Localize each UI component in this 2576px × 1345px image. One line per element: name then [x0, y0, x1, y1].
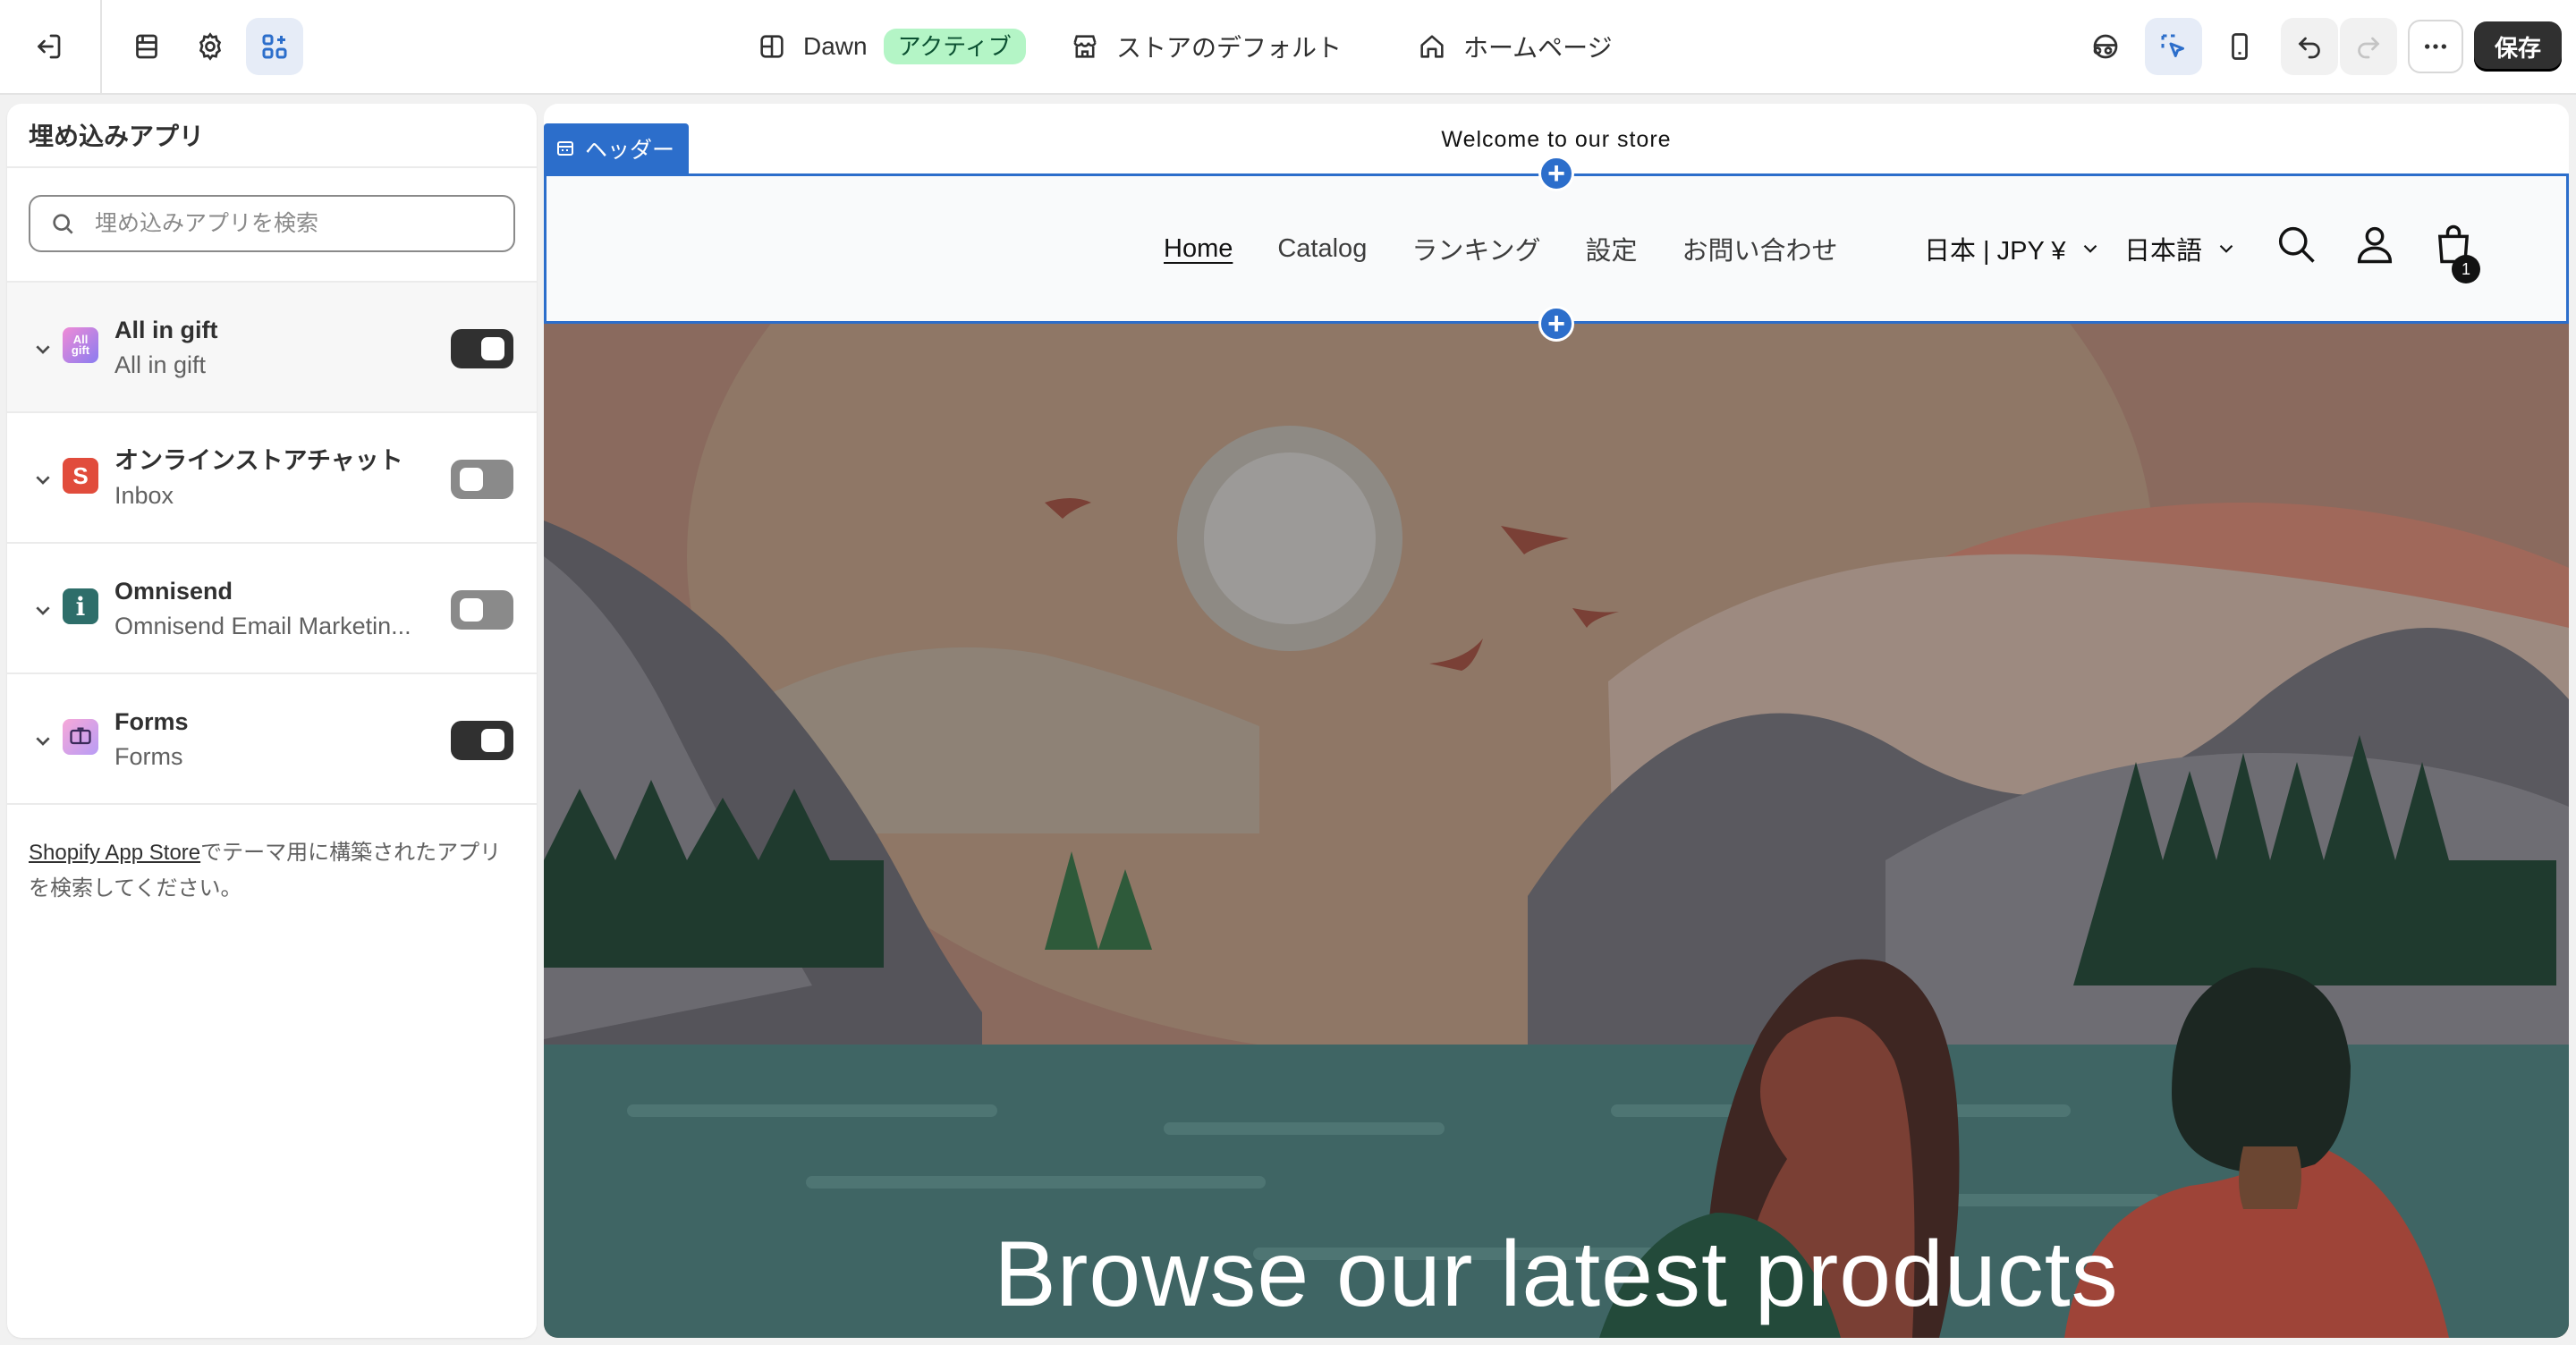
- theme-selector[interactable]: Dawn アクティブ: [757, 18, 1026, 75]
- add-section-above-button[interactable]: +: [1538, 156, 1574, 191]
- nav-item-ranking[interactable]: ランキング: [1411, 230, 1540, 267]
- redo-button[interactable]: [2340, 18, 2397, 75]
- chevron-down-icon[interactable]: [29, 596, 57, 624]
- app-name: オンラインストアチャット: [114, 447, 403, 474]
- toolbar-divider: [100, 0, 102, 95]
- redo-icon: [2358, 37, 2380, 59]
- panel-title: 埋め込みアプリ: [7, 104, 537, 168]
- sections-icon: [136, 34, 157, 59]
- store-default-selector[interactable]: ストアのデフォルト: [1070, 18, 1342, 75]
- main-nav: Home Catalog ランキング 設定 お問い合わせ: [1164, 176, 1883, 321]
- inspector-button[interactable]: [2077, 18, 2134, 75]
- chevron-down-icon[interactable]: [29, 465, 57, 494]
- storefront-preview[interactable]: Welcome to our store ヘッダー + Home Catalog…: [544, 104, 2569, 1338]
- exit-button[interactable]: [20, 18, 77, 75]
- cart-count-badge: 1: [2452, 255, 2480, 283]
- app-names: Omnisend Omnisend Email Marketin...: [114, 574, 411, 644]
- nav-item-contact[interactable]: お問い合わせ: [1682, 230, 1837, 267]
- theme-settings-button[interactable]: [182, 18, 239, 75]
- app-subtitle: Inbox: [114, 482, 174, 509]
- settings-icon: [199, 32, 222, 61]
- add-section-below-button[interactable]: +: [1538, 306, 1574, 342]
- apps-icon: [262, 34, 287, 59]
- theme-status-badge: アクティブ: [883, 29, 1026, 64]
- app-embed-row[interactable]: Forms Forms: [7, 674, 537, 805]
- nav-item-catalog[interactable]: Catalog: [1277, 234, 1367, 264]
- section-tag[interactable]: ヘッダー: [544, 123, 690, 173]
- forms-icon: [63, 719, 98, 755]
- app-embed-toggle[interactable]: [451, 460, 513, 499]
- app-names: Forms Forms: [114, 705, 189, 774]
- app-subtitle: Omnisend Email Marketin...: [114, 613, 411, 639]
- nav-item-home[interactable]: Home: [1164, 234, 1233, 264]
- app-name: All in gift: [114, 317, 218, 343]
- currency-selector[interactable]: 日本 | JPY ¥: [1924, 176, 2102, 321]
- undo-icon: [2298, 37, 2320, 59]
- app-name: Forms: [114, 708, 189, 735]
- inbox-icon: S: [63, 458, 98, 494]
- all-in-gift-icon: All gift: [63, 327, 98, 363]
- app-embed-toggle[interactable]: [451, 590, 513, 630]
- language-label: 日本語: [2124, 237, 2203, 266]
- undo-button[interactable]: [2281, 18, 2338, 75]
- search-box[interactable]: [29, 195, 515, 252]
- app-embed-row[interactable]: All gift All in gift All in gift: [7, 283, 537, 413]
- chevron-down-icon: [2219, 244, 2233, 253]
- mobile-preview-button[interactable]: [2211, 18, 2268, 75]
- hero-illustration: [544, 324, 2569, 1338]
- app-embed-toggle[interactable]: [451, 721, 513, 760]
- chevron-down-icon: [2083, 244, 2097, 253]
- account-icon[interactable]: [2351, 221, 2398, 267]
- app-name: Omnisend: [114, 578, 233, 605]
- select-element-button[interactable]: [2145, 18, 2202, 75]
- chevron-down-icon[interactable]: [29, 726, 57, 755]
- app-embeds-panel: 埋め込みアプリ Allgift All in gift All in gift …: [7, 104, 537, 1338]
- theme-layout-icon: [760, 35, 784, 58]
- inspector-icon: [2093, 34, 2118, 59]
- search-container: [7, 168, 537, 283]
- more-actions-button[interactable]: [2408, 20, 2463, 73]
- app-embed-row[interactable]: i Omnisend Omnisend Email Marketin...: [7, 544, 537, 674]
- search-icon: [53, 214, 73, 234]
- store-header-section[interactable]: Home Catalog ランキング 設定 お問い合わせ 日本 | JPY ¥ …: [544, 173, 2569, 324]
- hero-banner[interactable]: Browse our latest products: [544, 324, 2569, 1338]
- more-icon: [2425, 44, 2446, 49]
- page-selector[interactable]: ホームページ: [1417, 18, 1613, 75]
- app-store-link[interactable]: Shopify App Store: [29, 841, 200, 865]
- search-input[interactable]: [95, 210, 506, 237]
- app-subtitle: All in gift: [114, 351, 207, 378]
- store-icon: [1073, 35, 1097, 58]
- home-icon: [1420, 35, 1444, 58]
- chevron-down-icon[interactable]: [29, 334, 57, 363]
- header-section-icon: [557, 141, 573, 156]
- section-tag-label: ヘッダー: [585, 138, 675, 163]
- theme-name: Dawn: [803, 32, 868, 60]
- app-store-hint: Shopify App Storeでテーマ用に構築されたアプリを検索してください…: [7, 805, 537, 937]
- app-embed-row[interactable]: S オンラインストアチャット Inbox: [7, 413, 537, 544]
- currency-label: 日本 | JPY ¥: [1924, 237, 2066, 266]
- sections-button[interactable]: [118, 18, 175, 75]
- mobile-icon: [2232, 33, 2248, 60]
- exit-icon: [38, 34, 61, 59]
- save-button[interactable]: 保存: [2474, 21, 2562, 72]
- app-names: オンラインストアチャット Inbox: [114, 444, 403, 513]
- nav-item-settings[interactable]: 設定: [1585, 230, 1637, 267]
- app-embeds-button[interactable]: [246, 18, 303, 75]
- editor-topbar: Dawn アクティブ ストアのデフォルト ホームページ 保存: [0, 0, 2576, 95]
- omnisend-icon: i: [63, 588, 98, 624]
- app-embed-toggle[interactable]: [451, 329, 513, 368]
- search-icon[interactable]: [2273, 221, 2319, 267]
- page-label: ホームページ: [1463, 34, 1613, 62]
- app-names: All in gift All in gift: [114, 313, 217, 383]
- app-subtitle: Forms: [114, 743, 183, 770]
- select-icon: [2161, 34, 2184, 57]
- hero-title: Browse our latest products: [994, 1222, 2119, 1326]
- language-selector[interactable]: 日本語: [2124, 176, 2238, 321]
- store-default-label: ストアのデフォルト: [1116, 34, 1343, 62]
